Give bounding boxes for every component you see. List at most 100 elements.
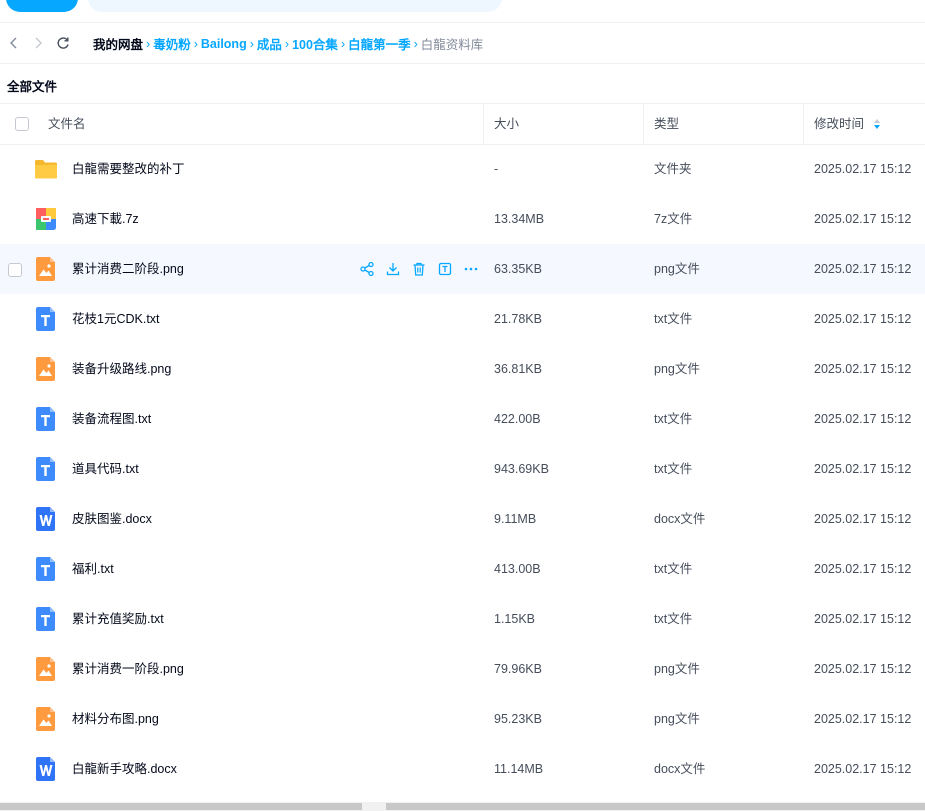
file-modified-time: 2025.02.17 15:12 (814, 612, 912, 626)
file-row[interactable]: 皮肤图鉴.docx 9.11MB docx文件 2025.02.17 15:12 (0, 494, 925, 544)
word-file-icon (34, 756, 58, 782)
file-row[interactable]: 道具代码.txt 943.69KB txt文件 2025.02.17 15:12 (0, 444, 925, 494)
column-divider[interactable] (483, 104, 484, 144)
file-size: 13.34MB (494, 212, 545, 226)
forward-icon[interactable] (30, 35, 46, 51)
file-type: png文件 (654, 362, 700, 376)
file-modified-time: 2025.02.17 15:12 (814, 762, 912, 776)
file-name[interactable]: 白龍新手攻略.docx (72, 744, 177, 794)
horizontal-scrollbar[interactable] (0, 802, 925, 811)
file-name[interactable]: 皮肤图鉴.docx (72, 494, 152, 544)
breadcrumb-separator: › (413, 36, 418, 51)
file-modified-time: 2025.02.17 15:12 (814, 462, 912, 476)
breadcrumb-item[interactable]: 白龍第一季 (348, 34, 411, 53)
toolbar-actions-group (88, 0, 502, 12)
column-header-mtime[interactable]: 修改时间 (814, 104, 864, 144)
file-name[interactable]: 材料分布图.png (72, 694, 159, 744)
file-size: - (494, 162, 499, 176)
file-name[interactable]: 累计消费二阶段.png (72, 244, 184, 294)
file-type: txt文件 (654, 562, 693, 576)
column-divider[interactable] (643, 104, 644, 144)
folder-icon (34, 156, 58, 182)
column-header-size[interactable]: 大小 (494, 104, 519, 144)
image-file-icon (34, 656, 58, 682)
file-name[interactable]: 福利.txt (72, 544, 114, 594)
file-size: 95.23KB (494, 712, 542, 726)
file-row[interactable]: 累计消费二阶段.png 63.35KB png文件 2025.02.17 15:12 (0, 244, 925, 294)
more-icon[interactable] (463, 261, 479, 277)
row-actions (359, 261, 479, 277)
file-name[interactable]: 白龍需要整改的补丁 (72, 144, 185, 194)
file-type: png文件 (654, 662, 700, 676)
file-modified-time: 2025.02.17 15:12 (814, 262, 912, 276)
file-type: txt文件 (654, 412, 693, 426)
file-name[interactable]: 道具代码.txt (72, 444, 139, 494)
file-name[interactable]: 累计消费一阶段.png (72, 644, 184, 694)
file-size: 79.96KB (494, 662, 542, 676)
file-type: docx文件 (654, 512, 706, 526)
breadcrumb-item[interactable]: 100合集 (292, 34, 338, 53)
breadcrumb-item[interactable]: Bailong (201, 37, 247, 51)
text-file-icon (34, 456, 58, 482)
text-file-icon (34, 556, 58, 582)
file-type: png文件 (654, 712, 700, 726)
share-icon[interactable] (359, 261, 375, 277)
refresh-icon[interactable] (55, 35, 71, 51)
file-name[interactable]: 高速下載.7z (72, 194, 139, 244)
sort-arrows-icon[interactable] (873, 118, 881, 130)
file-size: 63.35KB (494, 262, 542, 276)
file-modified-time: 2025.02.17 15:12 (814, 162, 912, 176)
image-file-icon (34, 256, 58, 282)
delete-icon[interactable] (411, 261, 427, 277)
navigation-bar: 我的网盘 › 毒奶粉 › Bailong › 成品 › 100合集 › 白龍第一… (0, 22, 925, 64)
file-name[interactable]: 累计充值奖励.txt (72, 594, 164, 644)
section-title: 全部文件 (7, 80, 58, 94)
file-row[interactable]: 花枝1元CDK.txt 21.78KB txt文件 2025.02.17 15:12 (0, 294, 925, 344)
column-divider[interactable] (803, 104, 804, 144)
rename-icon[interactable] (437, 261, 453, 277)
file-type: png文件 (654, 262, 700, 276)
file-name[interactable]: 花枝1元CDK.txt (72, 294, 160, 344)
breadcrumb-item[interactable]: 毒奶粉 (153, 34, 191, 53)
file-modified-time: 2025.02.17 15:12 (814, 512, 912, 526)
breadcrumb-separator: › (340, 36, 346, 51)
breadcrumb-item[interactable]: 成品 (257, 34, 282, 53)
file-row[interactable]: 福利.txt 413.00B txt文件 2025.02.17 15:12 (0, 544, 925, 594)
file-size: 9.11MB (494, 512, 537, 526)
file-size: 36.81KB (494, 362, 542, 376)
select-all-checkbox[interactable] (15, 117, 29, 131)
breadcrumb-root[interactable]: 我的网盘 (93, 34, 143, 53)
file-size: 413.00B (494, 562, 541, 576)
file-modified-time: 2025.02.17 15:12 (814, 362, 912, 376)
image-file-icon (34, 706, 58, 732)
upload-button[interactable] (6, 0, 78, 12)
breadcrumb-separator: › (146, 36, 151, 51)
download-icon[interactable] (385, 261, 401, 277)
file-row[interactable]: 白龍需要整改的补丁 - 文件夹 2025.02.17 15:12 (0, 144, 925, 194)
scrollbar-thumb[interactable] (386, 803, 925, 810)
archive-icon (34, 206, 58, 232)
file-name[interactable]: 装备升级路线.png (72, 344, 171, 394)
column-header-name[interactable]: 文件名 (48, 104, 86, 144)
file-modified-time: 2025.02.17 15:12 (814, 212, 912, 226)
file-table-header: 文件名 大小 类型 修改时间 (0, 103, 925, 145)
file-row[interactable]: 白龍新手攻略.docx 11.14MB docx文件 2025.02.17 15:12 (0, 744, 925, 794)
file-row[interactable]: 累计充值奖励.txt 1.15KB txt文件 2025.02.17 15:12 (0, 594, 925, 644)
file-row[interactable]: 装备升级路线.png 36.81KB png文件 2025.02.17 15:12 (0, 344, 925, 394)
file-row[interactable]: 累计消费一阶段.png 79.96KB png文件 2025.02.17 15:12 (0, 644, 925, 694)
file-name[interactable]: 装备流程图.txt (72, 394, 151, 444)
breadcrumb: 我的网盘 › 毒奶粉 › Bailong › 成品 › 100合集 › 白龍第一… (93, 34, 483, 53)
file-row[interactable]: 材料分布图.png 95.23KB png文件 2025.02.17 15:12 (0, 694, 925, 744)
file-modified-time: 2025.02.17 15:12 (814, 312, 912, 326)
file-row[interactable]: 装备流程图.txt 422.00B txt文件 2025.02.17 15:12 (0, 394, 925, 444)
row-checkbox[interactable] (8, 263, 22, 277)
back-icon[interactable] (6, 35, 22, 51)
breadcrumb-separator: › (193, 36, 198, 51)
scrollbar-thumb[interactable] (0, 803, 362, 810)
breadcrumb-current: 白龍资料库 (420, 38, 484, 52)
file-row[interactable]: 高速下載.7z 13.34MB 7z文件 2025.02.17 15:12 (0, 194, 925, 244)
file-size: 21.78KB (494, 312, 542, 326)
column-header-type[interactable]: 类型 (654, 104, 679, 144)
breadcrumb-separator: › (249, 36, 254, 51)
file-type: txt文件 (654, 312, 693, 326)
